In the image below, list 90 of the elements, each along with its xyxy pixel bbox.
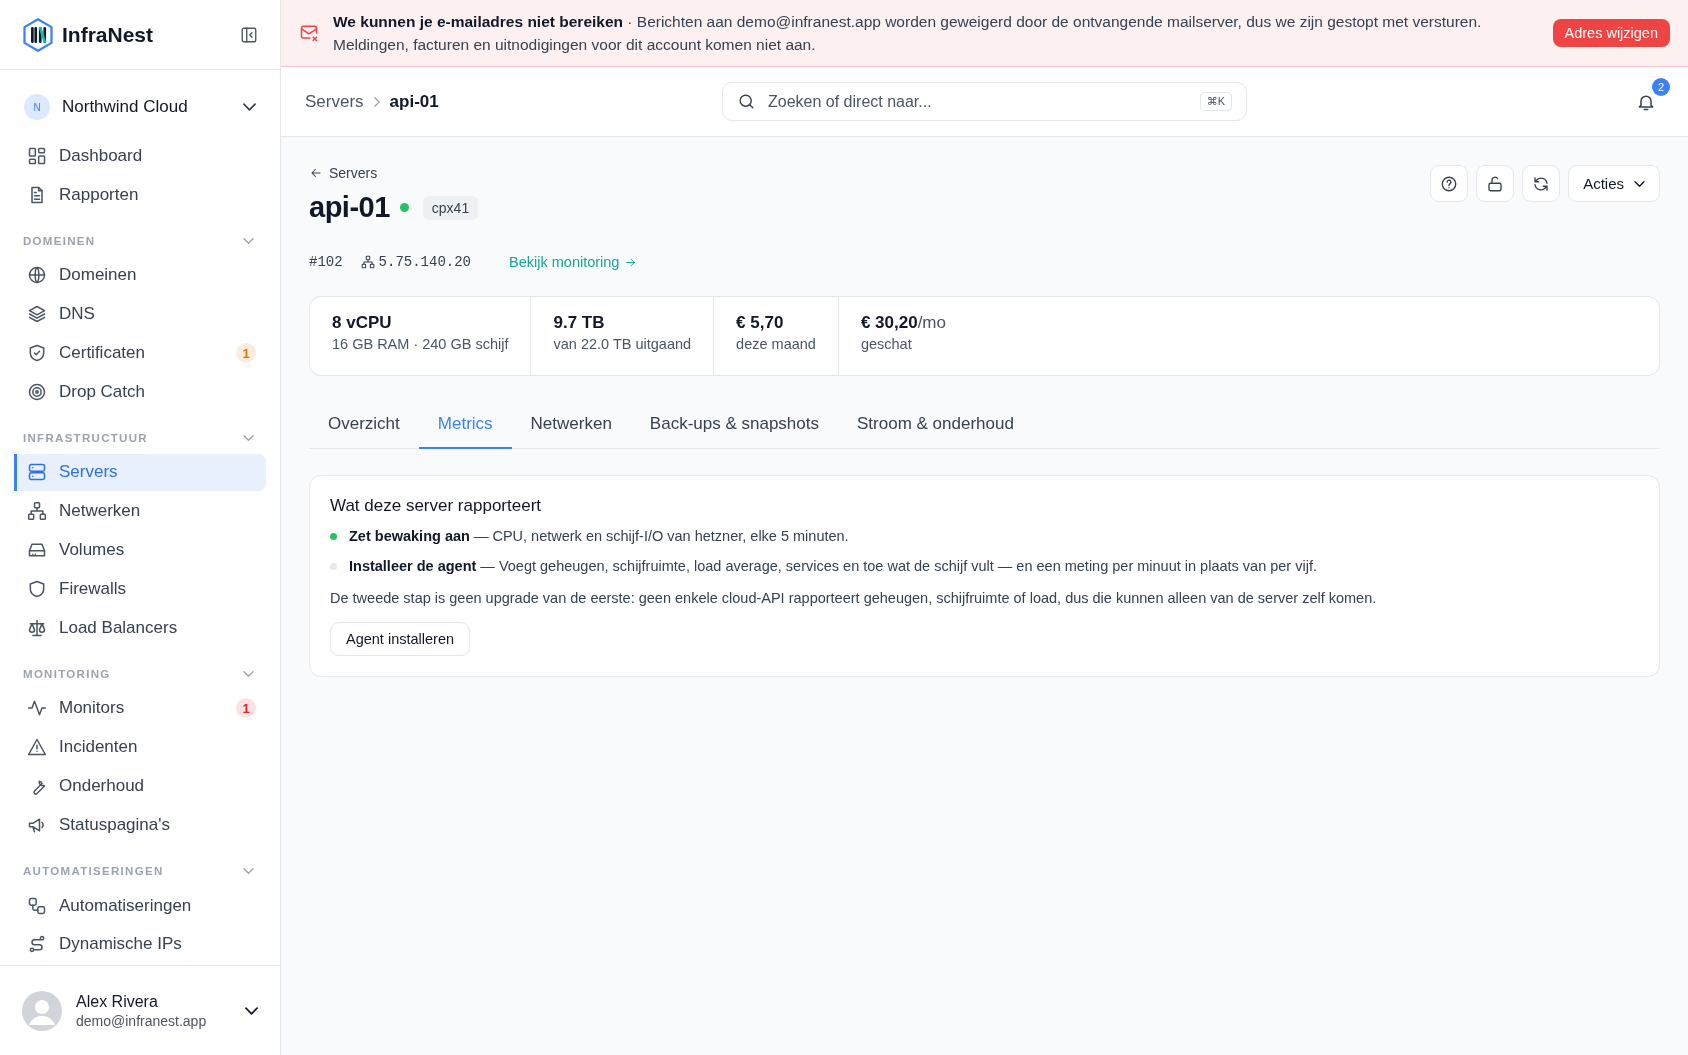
count-badge: 1 [236,698,256,719]
chevron-down-icon [243,670,254,677]
workspace-switcher[interactable]: N Northwind Cloud [14,90,266,124]
brand-name: InfraNest [62,22,155,47]
notification-count: 2 [1652,77,1670,96]
search-field[interactable]: Zoeken of direct naar... ⌘K [722,82,1247,121]
server-id: #102 [309,254,343,270]
grid-icon [27,146,47,167]
stat-detail: deze maand [736,336,816,352]
chevron-down-icon [243,867,254,874]
tab[interactable]: Metrics [418,402,512,449]
tab[interactable]: Overzicht [309,402,419,449]
avatar-icon [22,990,62,1031]
count-badge: 1 [236,343,256,364]
sidebar-item[interactable]: Dashboard [14,138,266,175]
unlock-button[interactable] [1476,165,1515,202]
back-link[interactable]: Servers [309,165,479,181]
search-input[interactable]: Zoeken of direct naar... [766,91,1190,112]
stat-value: € 30,20/mo [860,313,946,333]
help-icon [1440,174,1459,193]
user-email: demo@infranest.app [76,1012,208,1029]
unlock-icon [1486,174,1505,193]
breadcrumb-link[interactable]: Servers [305,91,364,112]
globe-icon [27,265,47,286]
card-title: Wat deze server rapporteert [330,496,541,516]
search-icon [737,92,756,111]
sidebar-item[interactable]: Monitors 1 [14,690,266,727]
network-icon [27,501,47,522]
chevron-down-icon [243,434,254,441]
server-icon [27,462,47,483]
sidebar-item[interactable]: Servers [14,454,266,491]
shield-check-icon [27,343,47,364]
alert-message: We kunnen je e-mailadres niet bereiken · Berichten aan demo@infranest.app worden geweigerd door de ontvangende mailserver, dus we zijn gestopt met versturen. Meldingen, facturen en uitnodigingen voor dit account komen niet aan. [333,12,1483,55]
tab[interactable]: Netwerken [511,402,631,449]
note-text: De tweede stap is geen upgrade van de eerste: geen enkele cloud-API rapporteert geheugen, schijfruimte of load, dus die kunnen alleen van de server zelf komen. [330,590,1377,606]
ip-address: 5.75.140.20 [378,254,472,270]
sidebar-item[interactable]: Dynamische IPs [14,926,266,963]
route-icon [27,934,47,955]
refresh-button[interactable] [1522,165,1561,202]
stat-value: € 5,70 [736,313,784,333]
actions-dropdown[interactable]: Acties [1568,165,1660,202]
sidebar-item[interactable]: Rapporten [14,176,266,214]
layers-icon [27,304,47,325]
breadcrumb-current: api-01 [389,91,439,112]
user-name: Alex Rivera [76,992,159,1011]
workspace-avatar: N [24,94,50,120]
install-agent-button[interactable]: Agent installeren [330,622,470,656]
sidebar-item[interactable]: Automatiseringen [14,887,266,924]
tab[interactable]: Stroom & onderhoud [838,402,1033,449]
sidebar-item[interactable]: Onderhoud [14,768,266,805]
sidebar-item[interactable]: Volumes [14,532,266,569]
tab[interactable]: Back-ups & snapshots [630,402,838,449]
help-button[interactable] [1430,165,1469,202]
scale-icon [27,618,47,639]
change-address-button[interactable]: Adres wijzigen [1552,19,1670,47]
refresh-icon [1532,174,1551,193]
chevron-down-icon [245,1006,258,1015]
sidebar-collapse-icon [240,25,258,44]
sidebar-item[interactable]: Certificaten 1 [14,335,266,372]
chevron-down-icon [1634,180,1645,187]
sidebar-item[interactable]: Load Balancers [14,609,266,647]
arrow-left-icon [309,166,323,180]
stat-detail: 16 GB RAM · 240 GB schijf [332,336,509,352]
sidebar-item[interactable]: Incidenten [14,729,266,766]
page-title: api-01 [309,191,390,224]
network-icon [360,255,375,269]
workflow-icon [27,895,47,916]
warning-icon [27,737,47,758]
shortcut-hint: ⌘K [1199,92,1232,111]
workspace-name: Northwind Cloud [62,97,189,117]
logo-icon [20,16,56,53]
target-icon [27,382,47,403]
stat-detail: geschat [860,336,913,352]
sidebar-item[interactable]: Firewalls [14,571,266,608]
stat-value: 9.7 TB [553,313,605,333]
server-type-tag: cpx41 [422,195,479,220]
sidebar-item[interactable]: DNS [14,296,266,333]
stat-value: 8 vCPU [332,313,392,333]
sidebar-item[interactable]: Statuspagina's [14,807,266,844]
chevron-right-icon [373,96,380,107]
chevron-down-icon [243,103,256,111]
chevron-down-icon [243,237,254,244]
shield-icon [27,579,47,600]
sidebar-item[interactable]: Domeinen [14,257,266,294]
stat-detail: van 22.0 TB uitgaand [553,336,692,352]
sidebar-item[interactable]: Netwerken [14,493,266,530]
step-text: Zet bewaking aan — CPU, netwerk en schijf-I/O van hetzner, elke 5 minuten. [349,528,849,544]
step-text: Installeer de agent — Voegt geheugen, schijfruimte, load average, services en toe wat de schijf vult — en een meting per minuut in plaats van per vijf. [349,558,1317,574]
mail-error-icon [299,23,319,43]
sidebar-item[interactable]: Drop Catch [14,374,266,411]
